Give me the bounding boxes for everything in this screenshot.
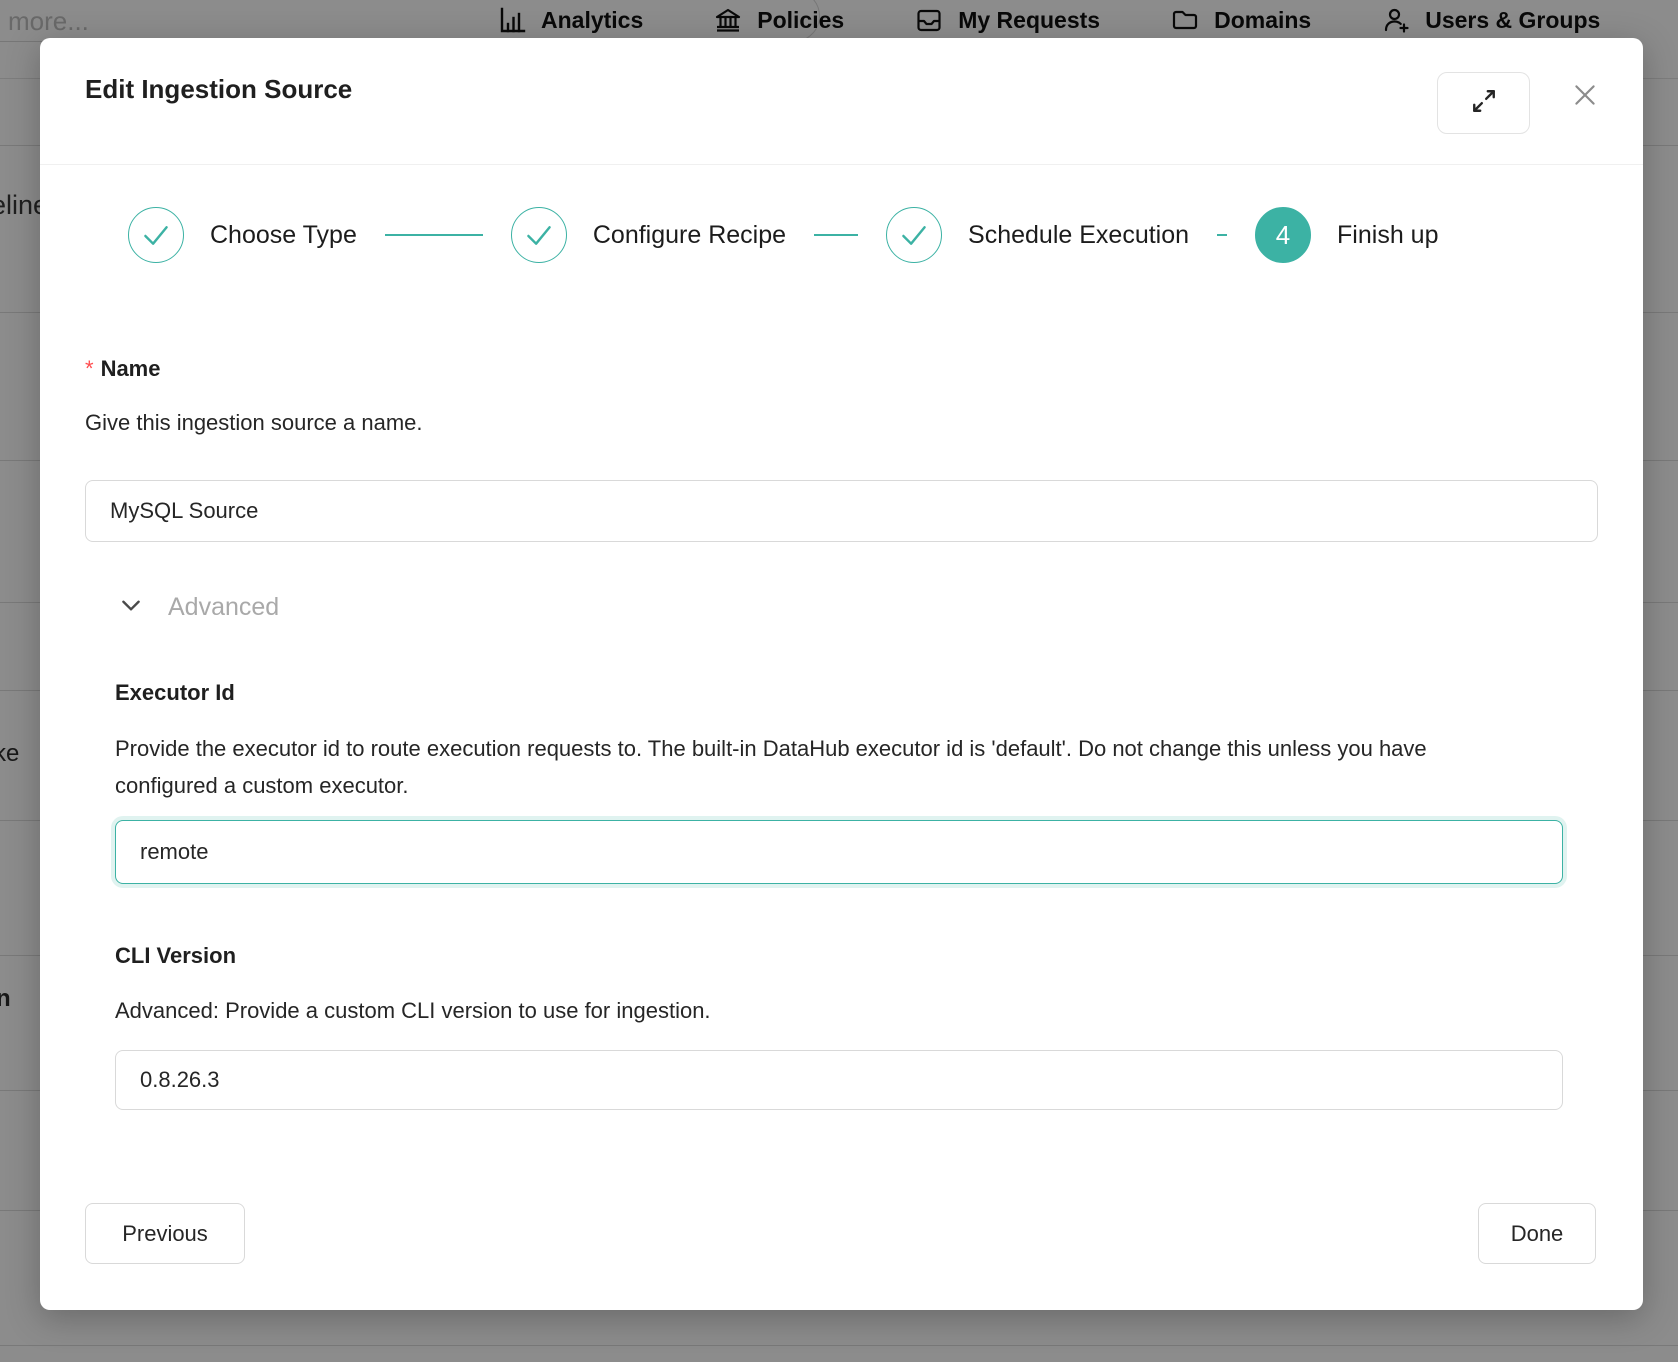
done-button[interactable]: Done (1478, 1203, 1596, 1264)
step-current-circle: 4 (1255, 207, 1311, 263)
modal-header: Edit Ingestion Source (40, 38, 1643, 165)
step-finished-circle (886, 207, 942, 263)
executor-id-help: Provide the executor id to route executi… (115, 730, 1485, 804)
wizard-steps: Choose Type Configure Recipe Schedule Ex… (128, 207, 1438, 263)
step-configure-recipe[interactable]: Configure Recipe (511, 207, 786, 263)
cli-version-label: CLI Version (115, 943, 236, 969)
cli-version-help: Advanced: Provide a custom CLI version t… (115, 992, 711, 1029)
step-connector (1217, 234, 1227, 236)
step-finished-circle (128, 207, 184, 263)
step-connector (814, 234, 858, 236)
required-asterisk: * (85, 356, 94, 381)
previous-button[interactable]: Previous (85, 1203, 245, 1264)
expand-icon (1471, 88, 1497, 119)
name-input[interactable] (85, 480, 1598, 542)
executor-id-input[interactable] (115, 820, 1563, 884)
chevron-down-icon (118, 592, 144, 623)
step-finished-circle (511, 207, 567, 263)
close-icon (1571, 81, 1599, 114)
step-finish-up[interactable]: 4 Finish up (1255, 207, 1438, 263)
step-label: Schedule Execution (968, 221, 1189, 250)
check-icon (887, 207, 941, 263)
modal-title: Edit Ingestion Source (85, 74, 352, 105)
check-icon (512, 207, 566, 263)
step-connector (385, 234, 483, 236)
name-field-help: Give this ingestion source a name. (85, 404, 423, 441)
cli-version-input[interactable] (115, 1050, 1563, 1110)
edit-ingestion-source-modal: Edit Ingestion Source (40, 38, 1643, 1310)
step-choose-type[interactable]: Choose Type (128, 207, 357, 263)
name-field-label: *Name (85, 356, 160, 382)
advanced-collapse-toggle[interactable]: Advanced (118, 587, 279, 627)
step-number: 4 (1276, 220, 1290, 251)
executor-id-label: Executor Id (115, 680, 235, 706)
step-label: Choose Type (210, 221, 357, 250)
step-schedule-execution[interactable]: Schedule Execution (886, 207, 1189, 263)
advanced-label: Advanced (168, 593, 279, 622)
check-icon (129, 207, 183, 263)
step-label: Finish up (1337, 221, 1438, 250)
screen: more... Analytics Po (0, 0, 1678, 1362)
close-modal-button[interactable] (1570, 82, 1600, 112)
expand-modal-button[interactable] (1437, 72, 1530, 134)
step-label: Configure Recipe (593, 221, 786, 250)
